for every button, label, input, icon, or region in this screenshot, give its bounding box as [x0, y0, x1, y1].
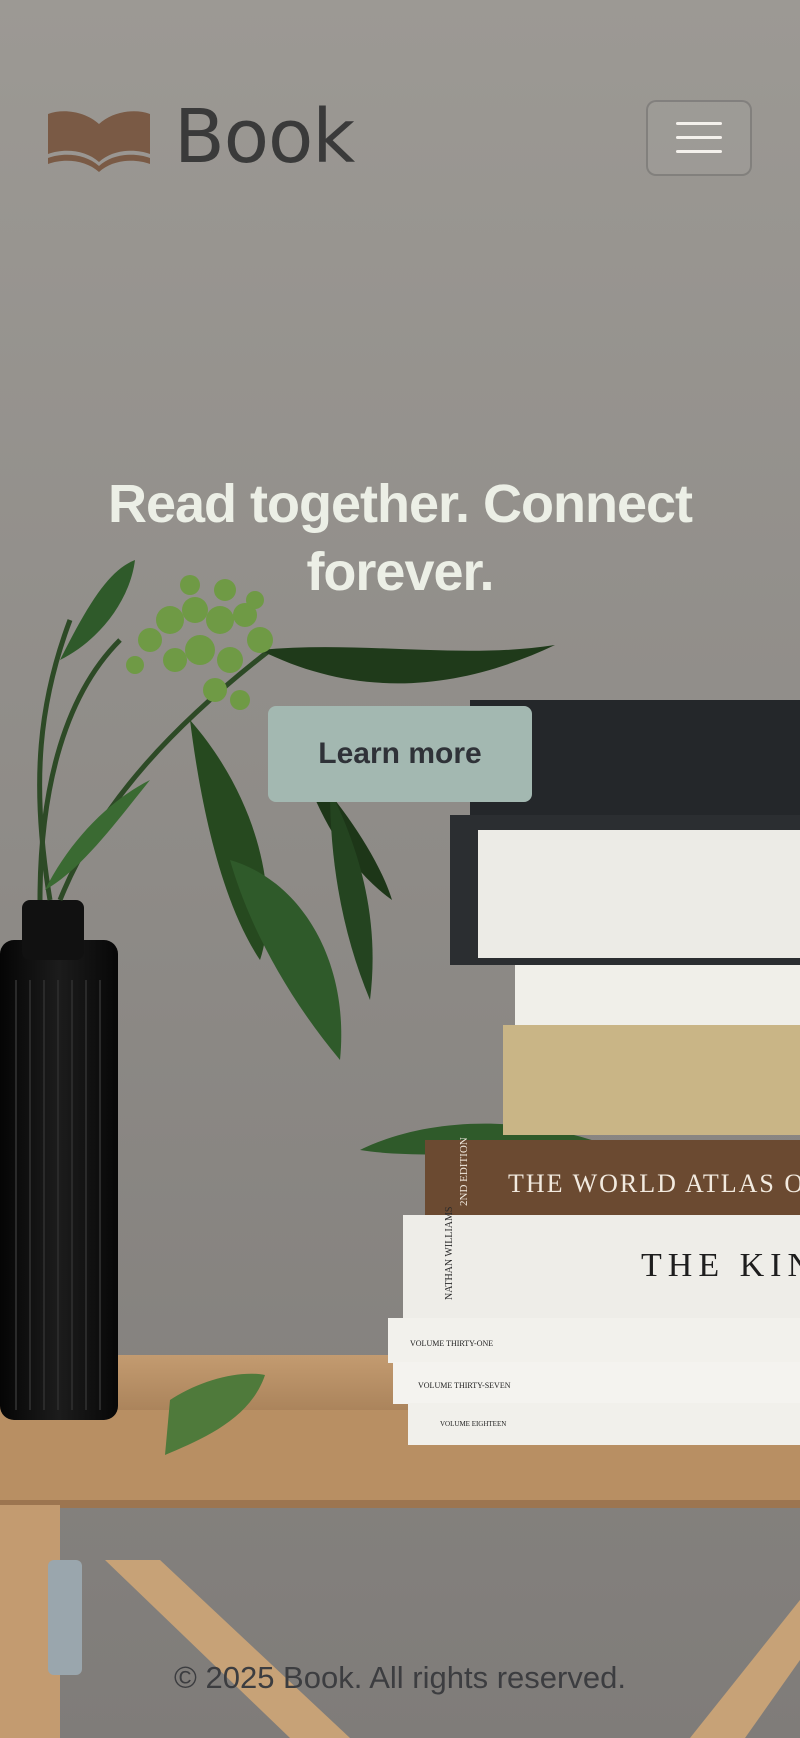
open-book-icon	[48, 111, 150, 172]
copyright-text: © 2025 Book. All rights reserved.	[174, 1660, 626, 1695]
hamburger-menu-icon	[676, 122, 722, 153]
brand-name: Book	[174, 94, 355, 180]
brand-home-link[interactable]: Book	[46, 94, 355, 180]
hero-overlay	[0, 0, 800, 1738]
hero-title: Read together. Connect forever.	[107, 474, 693, 602]
site-footer: © 2025 Book. All rights reserved.	[0, 1660, 800, 1696]
hamburger-menu-button[interactable]	[646, 100, 752, 176]
learn-more-button[interactable]: Learn more	[268, 706, 532, 802]
site-header: Book	[0, 0, 800, 200]
